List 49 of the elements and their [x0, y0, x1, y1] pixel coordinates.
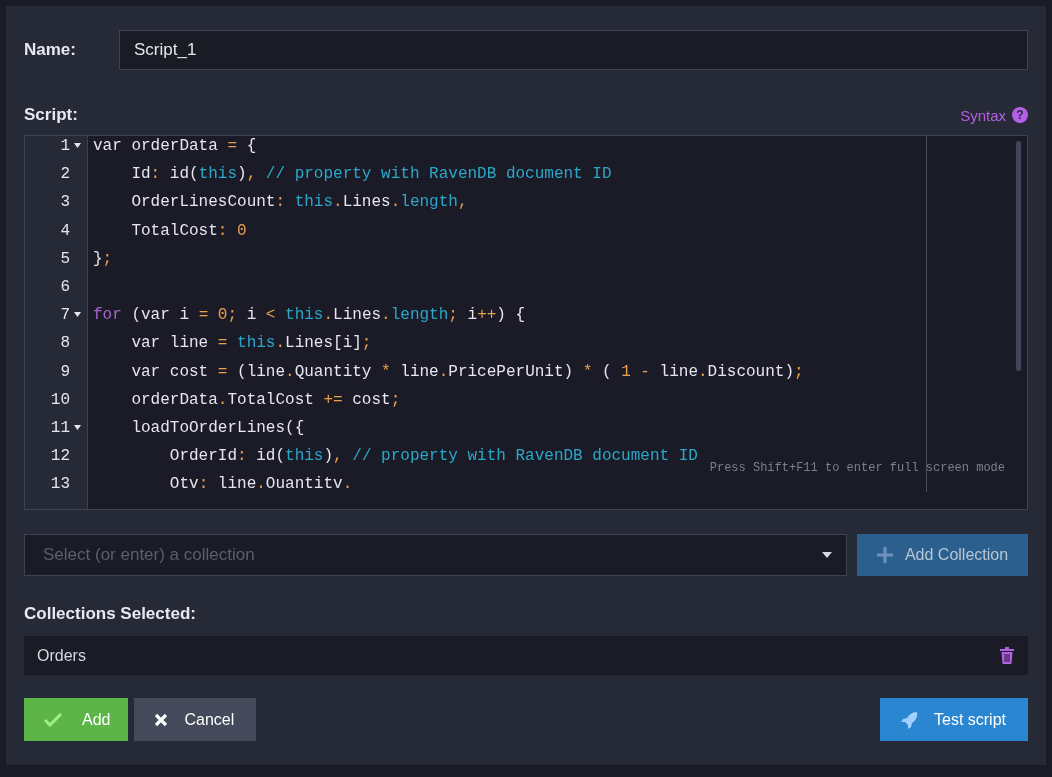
caret-icon — [822, 552, 832, 558]
code-line: loadToOrderLines({ — [130, 418, 305, 439]
rocket-icon — [900, 710, 918, 729]
fold-icon[interactable] — [74, 312, 81, 318]
code-line: var cost = (line.Quantity * line.PricePerUnit) * ( 1 - line.Discount); — [130, 362, 804, 383]
code-line: OrderLinesCount: this.Lines.length, — [130, 193, 468, 214]
code-line: Otv: line.Ouantitv. — [168, 475, 353, 496]
code-line: var orderData = { — [93, 137, 257, 157]
code-line: }; — [93, 249, 113, 270]
check-icon — [44, 712, 62, 727]
name-label: Name: — [24, 40, 77, 60]
line-number: 5 — [60, 249, 70, 268]
fullscreen-hint: Press Shift+F11 to enter full screen mode — [709, 461, 1005, 475]
fold-icon[interactable] — [74, 143, 81, 149]
close-icon — [154, 712, 169, 727]
code-line: OrderId: id(this), // property with RavenDB document ID — [168, 447, 698, 468]
line-number: 4 — [60, 221, 70, 240]
code-editor[interactable] — [24, 135, 1028, 510]
line-number: 2 — [60, 165, 70, 184]
collection-name: Orders — [37, 646, 86, 665]
line-number: 7 — [60, 306, 70, 325]
code-line: var line = this.Lines[i]; — [130, 334, 372, 355]
line-number: 12 — [50, 447, 70, 466]
collection-select[interactable]: Select (or enter) a collection — [24, 534, 847, 576]
line-number: 9 — [60, 362, 70, 381]
line-number: 11 — [50, 418, 70, 437]
code-line: TotalCost: 0 — [130, 221, 247, 242]
fold-icon[interactable] — [74, 425, 81, 431]
line-number: 10 — [50, 390, 70, 409]
scrollbar[interactable] — [1016, 141, 1021, 371]
line-number: 3 — [60, 193, 70, 212]
plus-icon — [876, 547, 893, 563]
cancel-button[interactable]: Cancel — [134, 698, 257, 741]
line-number: 13 — [50, 475, 70, 494]
line-number: 1 — [60, 137, 70, 155]
help-icon: ? — [1012, 107, 1028, 123]
script-label: Script: — [24, 105, 78, 125]
collections-selected-label: Collections Selected: — [24, 604, 197, 624]
code-line: Id: id(this), // property with RavenDB document ID — [130, 165, 612, 186]
syntax-link[interactable]: Syntax ? — [960, 106, 1028, 124]
name-field[interactable]: Script_1 — [119, 30, 1028, 70]
line-number: 6 — [60, 277, 70, 296]
add-button[interactable]: Add — [24, 698, 129, 741]
line-number: 8 — [60, 334, 70, 353]
trash-icon[interactable] — [1000, 647, 1014, 664]
collection-input[interactable]: Select (or enter) a collection — [41, 544, 822, 566]
code-line: for (var i = 0; i < this.Lines.length; i++) { — [93, 306, 526, 327]
code-line: orderData.TotalCost += cost; — [130, 390, 401, 411]
test-button[interactable]: Test script — [880, 698, 1028, 741]
